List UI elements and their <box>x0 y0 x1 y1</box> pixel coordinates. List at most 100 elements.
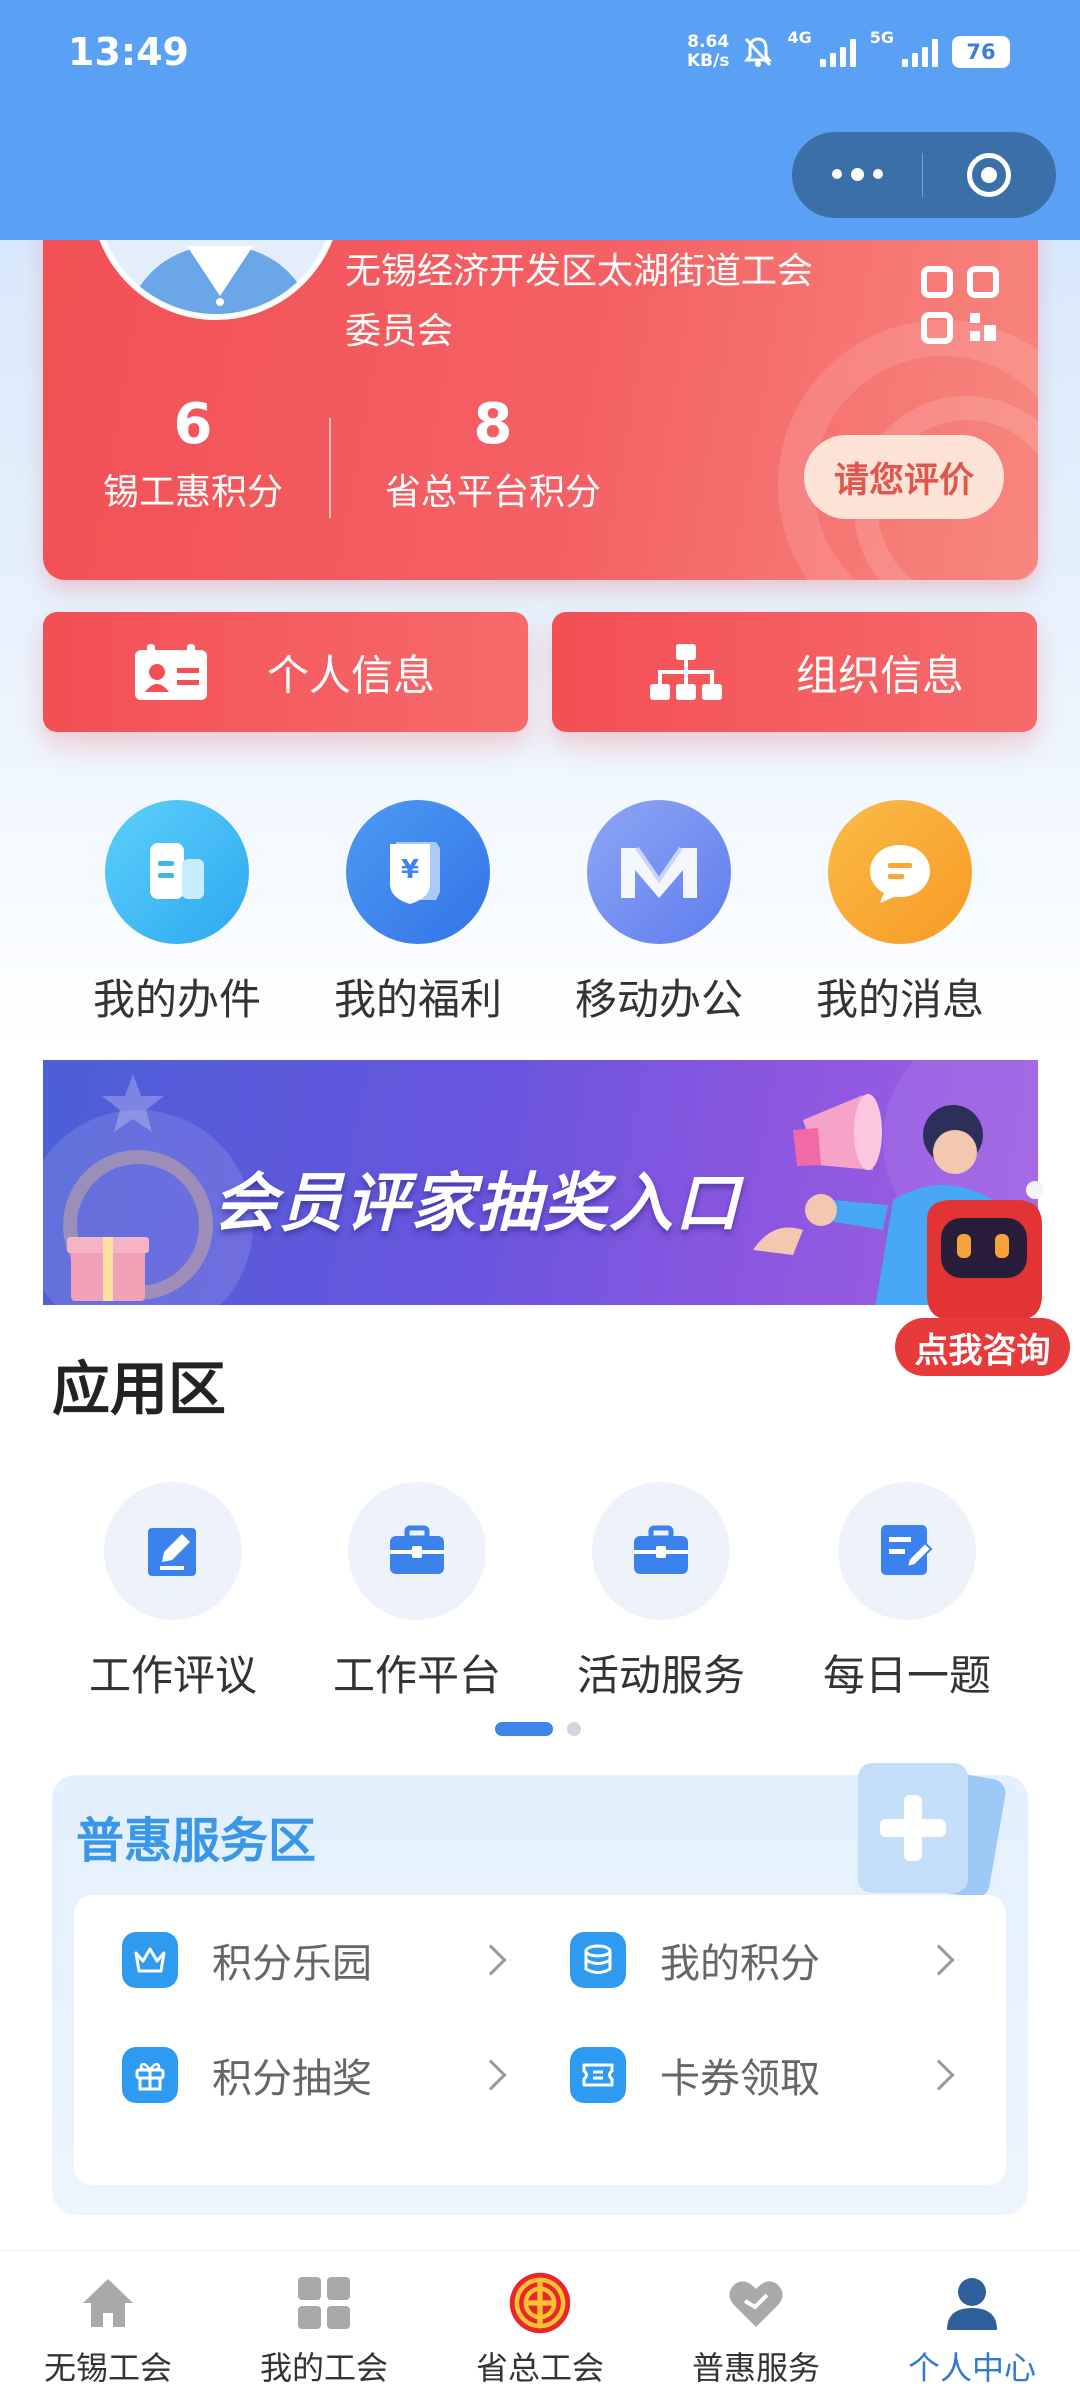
header-bar: 13:49 8.64 KB/s 4G 5G 76 <box>0 0 1080 240</box>
banner-title: 会员评家抽奖入口 <box>213 1167 741 1241</box>
app-daily-question[interactable]: 每日一题 <box>792 1482 1022 1703</box>
checklist-icon <box>881 1525 933 1575</box>
benefit-points-park[interactable]: 积分乐园 <box>122 1920 522 2000</box>
qr-code-icon[interactable] <box>920 265 1000 345</box>
points-value: 6 <box>173 392 213 457</box>
tab-provincial-union[interactable]: 省总工会 <box>432 2251 648 2400</box>
svg-text:¥: ¥ <box>401 855 419 885</box>
consult-label: 点我咨询 <box>895 1318 1070 1376</box>
benefit-points-lottery[interactable]: 积分抽奖 <box>122 2035 522 2115</box>
app-label: 活动服务 <box>576 1651 745 1700</box>
benefit-coupon-claim[interactable]: 卡券领取 <box>570 2035 970 2115</box>
heart-icon <box>729 2281 783 2327</box>
database-icon <box>584 1944 612 1974</box>
net-speed: 8.64 KB/s <box>687 32 730 71</box>
app-work-review[interactable]: 工作评议 <box>58 1482 288 1703</box>
ticket-icon <box>582 2063 614 2087</box>
personal-info-button[interactable]: 个人信息 <box>43 612 528 732</box>
miniprogram-capsule <box>792 132 1056 218</box>
robot-icon <box>927 1181 1044 1320</box>
chevron-right-icon <box>475 2059 507 2091</box>
gift-box-icon <box>67 1237 149 1301</box>
tab-label: 无锡工会 <box>43 2349 172 2387</box>
quick-my-messages[interactable]: 我的消息 <box>800 800 1000 1027</box>
personal-info-label: 个人信息 <box>267 650 436 700</box>
tab-personal-center[interactable]: 个人中心 <box>864 2251 1080 2400</box>
id-card-icon <box>135 644 207 700</box>
signal-icon-2 <box>902 37 938 67</box>
quick-my-cases[interactable]: 我的办件 <box>77 800 277 1027</box>
consult-robot-button[interactable]: 点我咨询 <box>895 1180 1070 1380</box>
bottom-tab-bar: 无锡工会 我的工会 省总工会 普惠服务 个人中心 <box>0 2250 1080 2400</box>
rate-button[interactable]: 请您评价 <box>804 435 1004 519</box>
app-work-platform[interactable]: 工作平台 <box>302 1482 532 1703</box>
page-indicator <box>495 1722 581 1736</box>
benefit-label: 卡券领取 <box>660 2056 820 2102</box>
app-label: 工作评议 <box>88 1651 257 1700</box>
grid-icon <box>298 2277 350 2329</box>
profile-card: 无锡经济开发区太湖街道工会委员会 6 锡工惠积分 8 省总平台积分 请您评价 <box>43 180 1038 580</box>
union-emblem-icon <box>509 2272 571 2334</box>
chevron-right-icon <box>475 1944 507 1976</box>
briefcase-icon <box>634 1525 688 1574</box>
lottery-banner[interactable]: 会员评家抽奖入口 <box>43 1060 1038 1305</box>
tab-wuxi-union[interactable]: 无锡工会 <box>0 2251 216 2400</box>
home-icon <box>83 2279 133 2327</box>
quick-label: 我的福利 <box>333 975 502 1024</box>
quick-label: 我的消息 <box>815 975 984 1024</box>
sim1-label: 4G <box>787 28 812 47</box>
status-time: 13:49 <box>68 30 189 74</box>
tab-label: 个人中心 <box>907 2349 1036 2387</box>
gift-icon <box>135 2062 165 2091</box>
chevron-right-icon <box>923 1944 955 1976</box>
chat-bubble-icon <box>870 845 930 903</box>
points-label: 省总平台积分 <box>384 472 601 513</box>
benefit-label: 积分抽奖 <box>212 2056 372 2102</box>
app-label: 每日一题 <box>822 1651 991 1700</box>
mute-bell-icon <box>744 37 773 67</box>
app-label: 工作平台 <box>332 1651 501 1700</box>
benefit-label: 积分乐园 <box>212 1941 372 1987</box>
edit-icon <box>148 1528 196 1576</box>
yuan-shield-icon: ¥ <box>390 842 440 904</box>
more-menu-icon[interactable] <box>792 168 922 181</box>
battery-indicator: 76 <box>952 36 1010 68</box>
benefits-list: 积分乐园 我的积分 积分抽奖 卡券领取 <box>74 1895 1006 2185</box>
m-logo-icon <box>621 846 697 898</box>
quick-my-benefits[interactable]: ¥ 我的福利 <box>318 800 518 1027</box>
quick-label: 我的办件 <box>92 975 261 1024</box>
sim2-label: 5G <box>869 28 894 47</box>
user-icon <box>947 2278 997 2330</box>
tab-label: 我的工会 <box>259 2349 388 2387</box>
organization-info-label: 组织信息 <box>796 650 965 700</box>
star-icon <box>102 1074 164 1132</box>
organization-info-button[interactable]: 组织信息 <box>552 612 1037 732</box>
points-value: 8 <box>473 392 513 457</box>
stat-divider <box>329 418 331 518</box>
tab-label: 普惠服务 <box>691 2349 820 2387</box>
signal-icon <box>819 37 856 67</box>
tab-my-union[interactable]: 我的工会 <box>216 2251 432 2400</box>
plus-card-decoration <box>858 1763 1006 1898</box>
briefcase-icon <box>390 1525 444 1574</box>
benefits-section: 普惠服务区 积分乐园 我的积分 积分抽奖 卡券领取 <box>52 1763 1028 2215</box>
app-section-title: 应用区 <box>52 1355 227 1423</box>
app-activity-service[interactable]: 活动服务 <box>546 1482 776 1703</box>
benefits-title: 普惠服务区 <box>76 1813 317 1869</box>
points-wuxi[interactable]: 6 锡工惠积分 <box>83 390 303 518</box>
points-province[interactable]: 8 省总平台积分 <box>363 390 623 518</box>
chevron-right-icon <box>923 2059 955 2091</box>
tab-inclusive-service[interactable]: 普惠服务 <box>648 2251 864 2400</box>
organization-name: 无锡经济开发区太湖街道工会委员会 <box>345 251 814 352</box>
quick-label: 移动办公 <box>574 975 743 1024</box>
crown-icon <box>134 1947 166 1973</box>
close-target-icon[interactable] <box>923 153 1055 197</box>
quick-mobile-office[interactable]: 移动办公 <box>559 800 759 1027</box>
tab-label: 省总工会 <box>475 2349 604 2387</box>
status-indicators: 8.64 KB/s 4G 5G 76 <box>687 28 1010 76</box>
benefit-label: 我的积分 <box>660 1941 820 1987</box>
points-label: 锡工惠积分 <box>102 472 283 513</box>
org-chart-icon <box>650 644 722 700</box>
document-icon <box>150 843 204 899</box>
benefit-my-points[interactable]: 我的积分 <box>570 1920 970 2000</box>
